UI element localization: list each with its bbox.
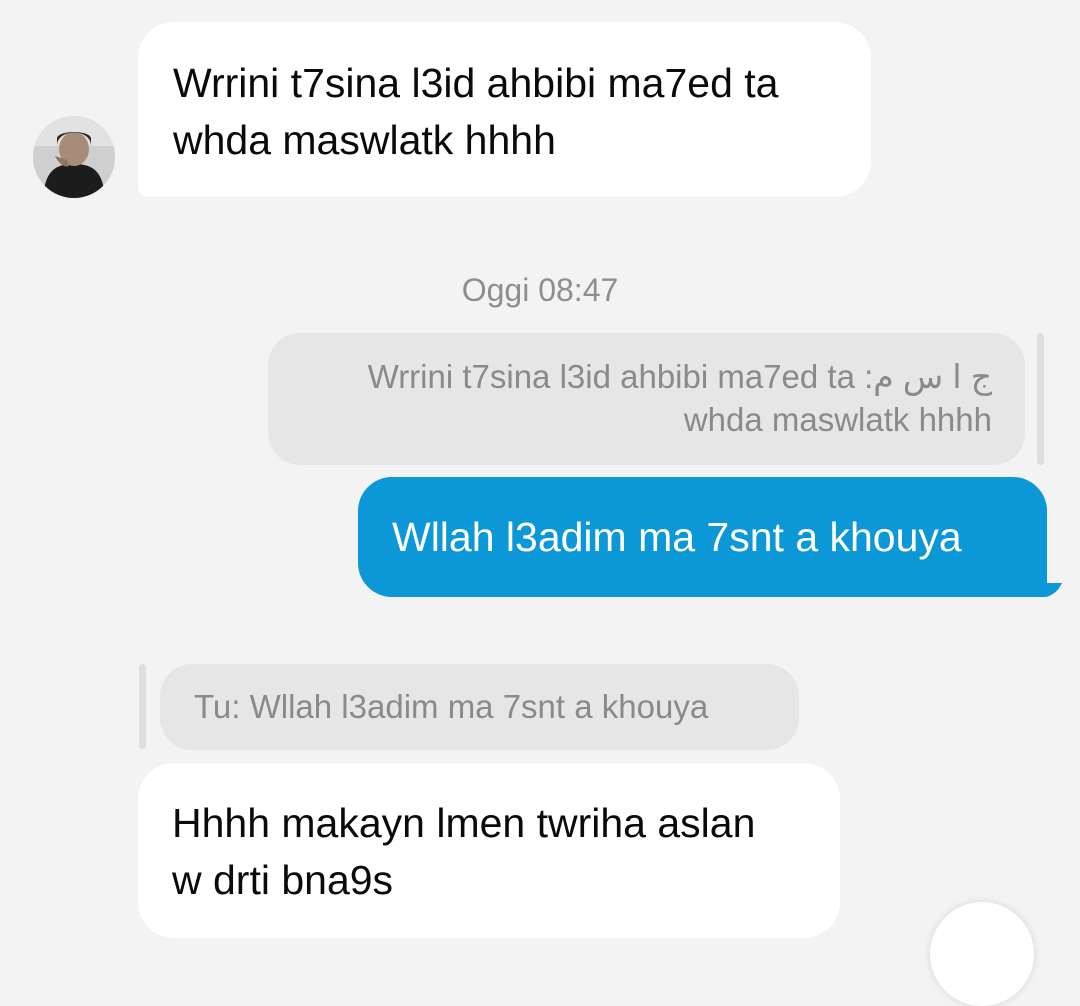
reply-indicator-bar — [1037, 333, 1044, 465]
avatar-image — [33, 116, 115, 198]
message-text-line: Wrrini t7sina l3id ahbibi ma7ed ta — [173, 60, 779, 106]
scroll-down-button[interactable] — [930, 902, 1034, 1006]
incoming-message-bubble[interactable]: Wrrini t7sina l3id ahbibi ma7ed ta whda … — [138, 22, 871, 197]
reply-indicator-bar — [139, 664, 146, 749]
quote-first-line: Wrrini t7sina l3id ahbibi ma7ed ta ج ا س… — [301, 355, 992, 398]
quote-sender-name: ج ا س م: — [864, 358, 992, 395]
message-text-line: whda maswlatk hhhh — [173, 117, 556, 163]
quote-text: Wrrini t7sina l3id ahbibi ma7ed ta — [367, 358, 855, 395]
incoming-message-bubble[interactable]: Hhhh makayn lmen twriha aslan w drti bna… — [138, 763, 840, 938]
quote-text: whda maswlatk hhhh — [683, 401, 992, 438]
message-text-line: Hhhh makayn lmen twriha aslan — [172, 800, 756, 846]
contact-avatar[interactable] — [33, 116, 115, 198]
message-text-line: w drti bna9s — [172, 857, 394, 903]
message-timestamp: Oggi 08:47 — [461, 272, 619, 308]
outgoing-message-bubble[interactable]: Wllah l3adim ma 7snt a khouya — [358, 477, 1047, 597]
reply-quote-preview[interactable]: Tu: Wllah l3adim ma 7snt a khouya — [160, 664, 799, 750]
reply-quote-preview[interactable]: Wrrini t7sina l3id ahbibi ma7ed ta ج ا س… — [268, 333, 1025, 465]
